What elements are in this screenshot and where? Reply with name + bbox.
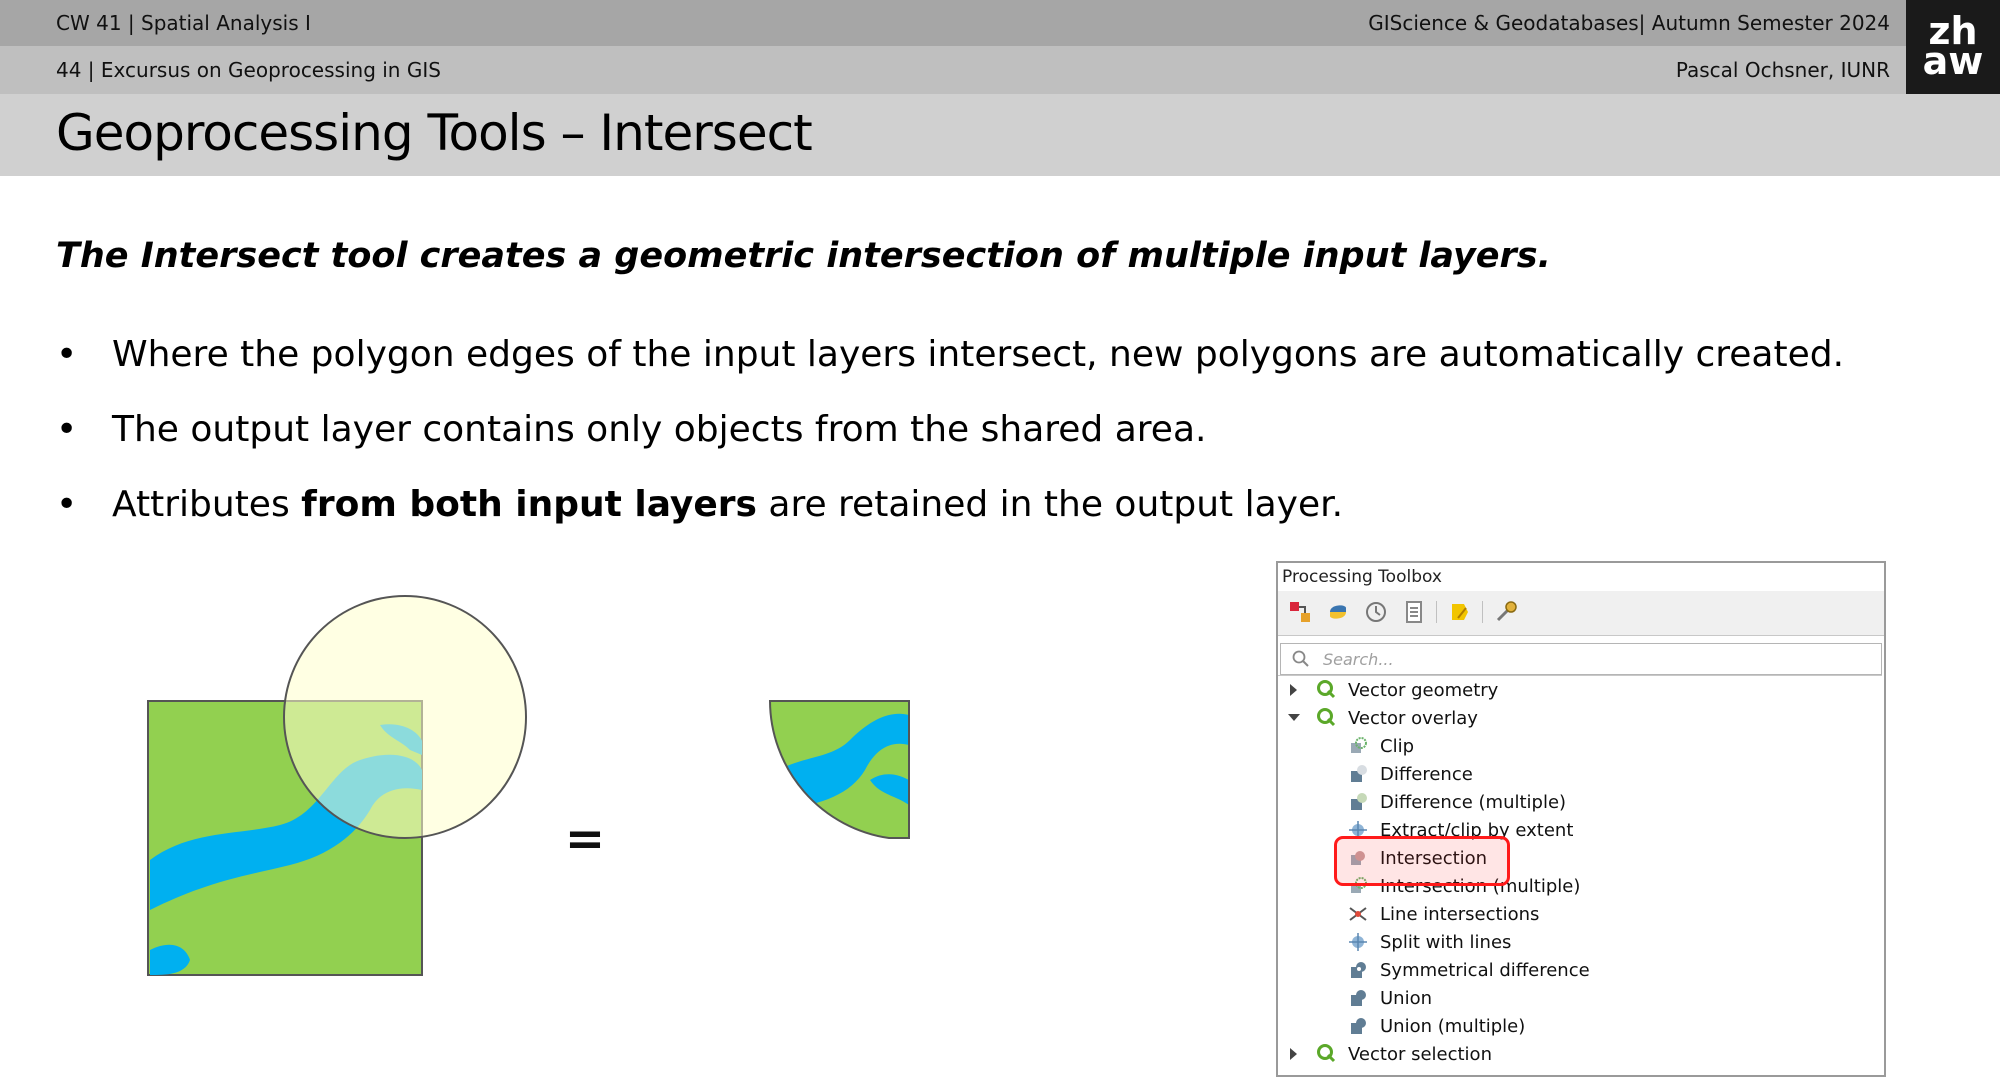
toolbox-toolbar (1278, 591, 1884, 636)
symmetrical-difference-tool-icon (1351, 962, 1366, 978)
tool-item-label: Split with lines (1380, 932, 1512, 953)
tool-item-label: Symmetrical difference (1380, 960, 1590, 981)
split-with-lines-tool-icon (1349, 933, 1367, 951)
bullet-dot: • (56, 484, 78, 525)
intersection-highlight (1334, 836, 1510, 886)
equals-sign: = (565, 811, 605, 867)
tool-item-union-multiple[interactable]: Union (multiple) (1278, 1012, 1878, 1040)
course-name: GIScience & Geodatabases| Autumn Semeste… (1368, 11, 1890, 35)
union-tool-icon (1351, 990, 1366, 1006)
toolbox-title: Processing Toolbox (1282, 567, 1442, 587)
intersect-diagram: = (147, 595, 910, 976)
bullet-bold-text: from both input layers (301, 484, 757, 525)
page-title: Geoprocessing Tools – Intersect (56, 104, 813, 162)
tree-group-vector-geometry[interactable]: Vector geometry (1278, 676, 1878, 704)
lead-sentence: The Intersect tool creates a geometric i… (56, 236, 1551, 276)
processing-toolbox-panel: Processing Toolbox Search... Vector geom… (1276, 561, 1886, 1077)
logo-text-bottom: aw (1922, 39, 1984, 83)
search-icon (1292, 650, 1309, 667)
bullet-dot: • (56, 334, 78, 375)
tool-item-label: Difference (1380, 764, 1473, 785)
toolbar-separator (1482, 601, 1483, 623)
tool-item-split-with-lines[interactable]: Split with lines (1278, 928, 1878, 956)
tree-group-label: Vector geometry (1348, 680, 1499, 701)
bullet-text: The output layer contains only objects f… (112, 409, 1207, 450)
union-multiple-tool-icon (1351, 1018, 1366, 1034)
tool-item-label: Union (1380, 988, 1433, 1009)
difference-multiple-tool-icon (1351, 793, 1367, 810)
search-placeholder: Search... (1323, 650, 1394, 669)
bullet-text: are retained in the output layer. (756, 484, 1344, 525)
python-icon[interactable] (1324, 598, 1352, 626)
bullet-text: Where the polygon edges of the input lay… (112, 334, 1845, 375)
tool-item-label: Line intersections (1380, 904, 1540, 925)
tool-item-difference[interactable]: Difference (1278, 760, 1878, 788)
bullet-item: • Where the polygon edges of the input la… (56, 334, 1844, 375)
tool-item-label: Union (multiple) (1380, 1016, 1526, 1037)
bullet-dot: • (56, 409, 78, 450)
bullet-text: Attributes (112, 484, 302, 525)
tree-group-vector-selection[interactable]: Vector selection (1278, 1040, 1878, 1068)
tree-group-vector-overlay[interactable]: Vector overlay (1278, 704, 1878, 732)
tree-group-label: Vector selection (1348, 1044, 1492, 1065)
bullet-item: • The output layer contains only objects … (56, 409, 1206, 450)
options-icon[interactable] (1492, 598, 1520, 626)
tool-item-label: Clip (1380, 736, 1414, 757)
tool-item-symmetrical-difference[interactable]: Symmetrical difference (1278, 956, 1878, 984)
toolbar-separator (1436, 601, 1437, 623)
clip-tool-icon (1351, 737, 1367, 753)
models-icon[interactable] (1286, 598, 1314, 626)
input-polygon-circle (283, 595, 527, 839)
results-icon[interactable] (1400, 598, 1428, 626)
qgis-icon (1317, 708, 1336, 727)
bullet-item: • Attributes from both input layers are r… (56, 484, 1343, 525)
line-intersections-tool-icon (1349, 907, 1367, 921)
slide-info: 44 | Excursus on Geoprocessing in GIS (56, 58, 441, 82)
tool-item-clip[interactable]: Clip (1278, 732, 1878, 760)
intersect-result (770, 701, 909, 838)
collapse-arrow-icon[interactable] (1288, 714, 1300, 721)
expand-arrow-icon[interactable] (1290, 1048, 1297, 1060)
difference-tool-icon (1351, 765, 1367, 782)
course-week: CW 41 | Spatial Analysis I (56, 11, 311, 35)
zhaw-logo: zh aw (1906, 0, 2000, 94)
expand-arrow-icon[interactable] (1290, 684, 1297, 696)
qgis-icon (1317, 1044, 1336, 1063)
tool-item-line-intersections[interactable]: Line intersections (1278, 900, 1878, 928)
tool-item-label: Difference (multiple) (1380, 792, 1567, 813)
tool-item-difference-multiple[interactable]: Difference (multiple) (1278, 788, 1878, 816)
history-icon[interactable] (1362, 598, 1390, 626)
toolbox-search-input[interactable]: Search... (1280, 643, 1882, 675)
edit-in-place-icon[interactable] (1446, 598, 1474, 626)
author: Pascal Ochsner, IUNR (1675, 58, 1890, 82)
qgis-icon (1317, 680, 1336, 699)
toolbox-tree: Vector geometry Vector overlay Clip Diff… (1278, 675, 1882, 1074)
tool-item-union[interactable]: Union (1278, 984, 1878, 1012)
tree-group-label: Vector overlay (1348, 708, 1478, 729)
